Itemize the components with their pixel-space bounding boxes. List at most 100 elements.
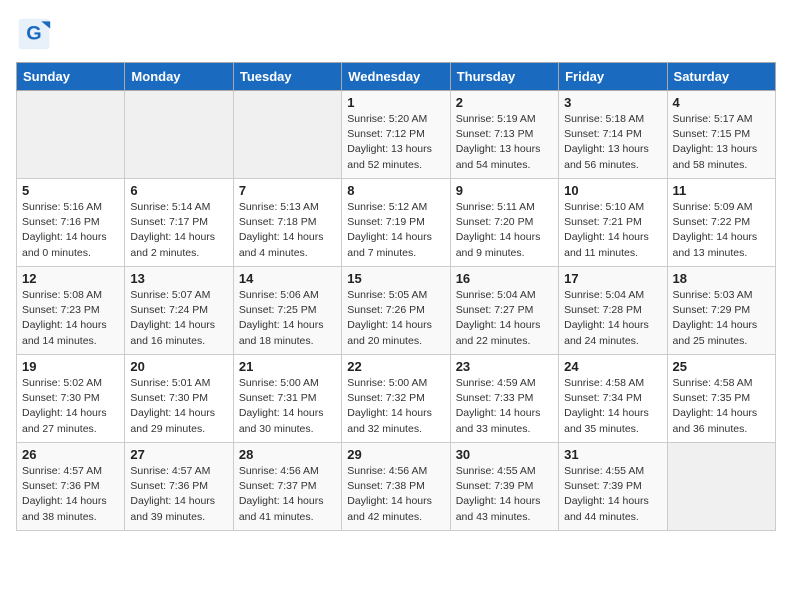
svg-text:G: G (26, 22, 41, 44)
day-info: Sunrise: 5:00 AMSunset: 7:32 PMDaylight:… (347, 376, 444, 437)
day-info: Sunrise: 5:09 AMSunset: 7:22 PMDaylight:… (673, 200, 770, 261)
day-info: Sunrise: 5:13 AMSunset: 7:18 PMDaylight:… (239, 200, 336, 261)
calendar-cell: 6 Sunrise: 5:14 AMSunset: 7:17 PMDaylight… (125, 179, 233, 267)
logo-icon: G (16, 16, 52, 52)
calendar-cell: 19 Sunrise: 5:02 AMSunset: 7:30 PMDayligh… (17, 355, 125, 443)
day-number: 3 (564, 95, 661, 110)
day-info: Sunrise: 4:59 AMSunset: 7:33 PMDaylight:… (456, 376, 553, 437)
day-info: Sunrise: 5:16 AMSunset: 7:16 PMDaylight:… (22, 200, 119, 261)
day-number: 26 (22, 447, 119, 462)
day-info: Sunrise: 4:58 AMSunset: 7:34 PMDaylight:… (564, 376, 661, 437)
day-info: Sunrise: 5:06 AMSunset: 7:25 PMDaylight:… (239, 288, 336, 349)
day-number: 5 (22, 183, 119, 198)
calendar-cell: 7 Sunrise: 5:13 AMSunset: 7:18 PMDaylight… (233, 179, 341, 267)
day-info: Sunrise: 5:11 AMSunset: 7:20 PMDaylight:… (456, 200, 553, 261)
day-number: 17 (564, 271, 661, 286)
day-header-wednesday: Wednesday (342, 63, 450, 91)
day-number: 28 (239, 447, 336, 462)
day-header-thursday: Thursday (450, 63, 558, 91)
calendar-cell: 9Sunrise: 5:11 AMSunset: 7:20 PMDaylight… (450, 179, 558, 267)
calendar-cell: 17 Sunrise: 5:04 AMSunset: 7:28 PMDayligh… (559, 267, 667, 355)
header: G (16, 16, 776, 52)
calendar-cell: 14 Sunrise: 5:06 AMSunset: 7:25 PMDayligh… (233, 267, 341, 355)
day-info: Sunrise: 5:14 AMSunset: 7:17 PMDaylight:… (130, 200, 227, 261)
calendar-cell: 25 Sunrise: 4:58 AMSunset: 7:35 PMDayligh… (667, 355, 775, 443)
calendar-cell: 2 Sunrise: 5:19 AMSunset: 7:13 PMDaylight… (450, 91, 558, 179)
day-number: 31 (564, 447, 661, 462)
calendar-cell: 5 Sunrise: 5:16 AMSunset: 7:16 PMDaylight… (17, 179, 125, 267)
day-info: Sunrise: 4:56 AMSunset: 7:37 PMDaylight:… (239, 464, 336, 525)
day-info: Sunrise: 5:19 AMSunset: 7:13 PMDaylight:… (456, 112, 553, 173)
calendar-cell: 18 Sunrise: 5:03 AMSunset: 7:29 PMDayligh… (667, 267, 775, 355)
calendar-cell (667, 443, 775, 531)
day-number: 25 (673, 359, 770, 374)
day-header-sunday: Sunday (17, 63, 125, 91)
day-info: Sunrise: 5:12 AMSunset: 7:19 PMDaylight:… (347, 200, 444, 261)
calendar-cell: 27 Sunrise: 4:57 AMSunset: 7:36 PMDayligh… (125, 443, 233, 531)
day-number: 4 (673, 95, 770, 110)
calendar-cell: 12 Sunrise: 5:08 AMSunset: 7:23 PMDayligh… (17, 267, 125, 355)
day-number: 16 (456, 271, 553, 286)
calendar-cell: 3 Sunrise: 5:18 AMSunset: 7:14 PMDaylight… (559, 91, 667, 179)
day-number: 30 (456, 447, 553, 462)
week-row-1: 1Sunrise: 5:20 AMSunset: 7:12 PMDaylight… (17, 91, 776, 179)
calendar-table: SundayMondayTuesdayWednesdayThursdayFrid… (16, 62, 776, 531)
calendar-cell: 30 Sunrise: 4:55 AMSunset: 7:39 PMDayligh… (450, 443, 558, 531)
day-header-monday: Monday (125, 63, 233, 91)
calendar-cell: 22 Sunrise: 5:00 AMSunset: 7:32 PMDayligh… (342, 355, 450, 443)
calendar-cell: 20Sunrise: 5:01 AMSunset: 7:30 PMDayligh… (125, 355, 233, 443)
calendar-cell: 15 Sunrise: 5:05 AMSunset: 7:26 PMDayligh… (342, 267, 450, 355)
day-number: 2 (456, 95, 553, 110)
calendar-cell: 28 Sunrise: 4:56 AMSunset: 7:37 PMDayligh… (233, 443, 341, 531)
day-number: 15 (347, 271, 444, 286)
logo: G (16, 16, 58, 52)
day-number: 24 (564, 359, 661, 374)
day-info: Sunrise: 5:02 AMSunset: 7:30 PMDaylight:… (22, 376, 119, 437)
day-info: Sunrise: 5:10 AMSunset: 7:21 PMDaylight:… (564, 200, 661, 261)
calendar-cell: 26 Sunrise: 4:57 AMSunset: 7:36 PMDayligh… (17, 443, 125, 531)
day-info: Sunrise: 5:08 AMSunset: 7:23 PMDaylight:… (22, 288, 119, 349)
day-info: Sunrise: 5:07 AMSunset: 7:24 PMDaylight:… (130, 288, 227, 349)
day-info: Sunrise: 4:57 AMSunset: 7:36 PMDaylight:… (130, 464, 227, 525)
calendar-cell: 13 Sunrise: 5:07 AMSunset: 7:24 PMDayligh… (125, 267, 233, 355)
day-number: 21 (239, 359, 336, 374)
day-info: Sunrise: 4:56 AMSunset: 7:38 PMDaylight:… (347, 464, 444, 525)
day-info: Sunrise: 4:58 AMSunset: 7:35 PMDaylight:… (673, 376, 770, 437)
day-header-saturday: Saturday (667, 63, 775, 91)
calendar-cell: 11 Sunrise: 5:09 AMSunset: 7:22 PMDayligh… (667, 179, 775, 267)
day-header-friday: Friday (559, 63, 667, 91)
days-header-row: SundayMondayTuesdayWednesdayThursdayFrid… (17, 63, 776, 91)
day-number: 7 (239, 183, 336, 198)
day-info: Sunrise: 5:01 AMSunset: 7:30 PMDaylight:… (130, 376, 227, 437)
day-info: Sunrise: 4:57 AMSunset: 7:36 PMDaylight:… (22, 464, 119, 525)
day-info: Sunrise: 5:04 AMSunset: 7:27 PMDaylight:… (456, 288, 553, 349)
day-info: Sunrise: 4:55 AMSunset: 7:39 PMDaylight:… (564, 464, 661, 525)
day-info: Sunrise: 5:05 AMSunset: 7:26 PMDaylight:… (347, 288, 444, 349)
day-number: 13 (130, 271, 227, 286)
calendar-cell (233, 91, 341, 179)
day-number: 11 (673, 183, 770, 198)
day-info: Sunrise: 5:03 AMSunset: 7:29 PMDaylight:… (673, 288, 770, 349)
day-number: 18 (673, 271, 770, 286)
day-number: 14 (239, 271, 336, 286)
calendar-cell: 16 Sunrise: 5:04 AMSunset: 7:27 PMDayligh… (450, 267, 558, 355)
day-number: 23 (456, 359, 553, 374)
calendar-cell: 23 Sunrise: 4:59 AMSunset: 7:33 PMDayligh… (450, 355, 558, 443)
day-number: 12 (22, 271, 119, 286)
day-number: 22 (347, 359, 444, 374)
calendar-cell: 4Sunrise: 5:17 AMSunset: 7:15 PMDaylight… (667, 91, 775, 179)
calendar-cell (125, 91, 233, 179)
week-row-4: 19 Sunrise: 5:02 AMSunset: 7:30 PMDayligh… (17, 355, 776, 443)
day-info: Sunrise: 5:04 AMSunset: 7:28 PMDaylight:… (564, 288, 661, 349)
week-row-2: 5 Sunrise: 5:16 AMSunset: 7:16 PMDaylight… (17, 179, 776, 267)
day-info: Sunrise: 4:55 AMSunset: 7:39 PMDaylight:… (456, 464, 553, 525)
day-number: 27 (130, 447, 227, 462)
day-info: Sunrise: 5:18 AMSunset: 7:14 PMDaylight:… (564, 112, 661, 173)
calendar-cell: 29Sunrise: 4:56 AMSunset: 7:38 PMDayligh… (342, 443, 450, 531)
day-number: 19 (22, 359, 119, 374)
day-info: Sunrise: 5:20 AMSunset: 7:12 PMDaylight:… (347, 112, 444, 173)
day-number: 8 (347, 183, 444, 198)
calendar-cell: 31 Sunrise: 4:55 AMSunset: 7:39 PMDayligh… (559, 443, 667, 531)
calendar-cell: 1Sunrise: 5:20 AMSunset: 7:12 PMDaylight… (342, 91, 450, 179)
day-number: 6 (130, 183, 227, 198)
